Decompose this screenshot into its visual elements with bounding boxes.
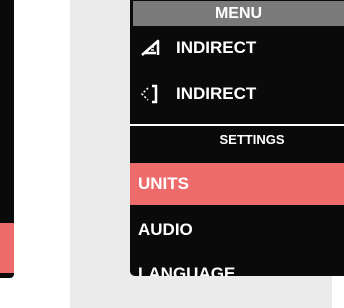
- menu-item-label: AUDIO: [138, 220, 193, 239]
- settings-section-title: SETTINGS: [219, 132, 285, 147]
- menu-divider: [130, 124, 344, 126]
- menu-item-indirect-2[interactable]: INDIRECT: [130, 73, 344, 115]
- menu-item-indirect-1[interactable]: INDIRECT: [130, 27, 344, 69]
- menu-item-label: INDIRECT: [176, 38, 257, 57]
- menu-item-label: INDIRECT: [176, 84, 257, 103]
- menu-item-audio[interactable]: AUDIO: [130, 209, 344, 251]
- menu-item-label: UNITS: [138, 174, 189, 193]
- bracket-left-icon: [140, 84, 158, 104]
- menu-item-label: LANGUAGE: [138, 264, 236, 276]
- menu-panel: MENU INDIRECT INDIRECT SETTINGS UNITS AU…: [130, 0, 344, 276]
- ramp-up-icon: [141, 39, 160, 56]
- menu-item-language[interactable]: LANGUAGE: [130, 253, 344, 276]
- menu-item-units[interactable]: UNITS: [130, 163, 344, 205]
- menu-title: MENU: [133, 1, 344, 26]
- left-selected-item[interactable]: [0, 223, 14, 273]
- left-menu-panel: [0, 0, 14, 278]
